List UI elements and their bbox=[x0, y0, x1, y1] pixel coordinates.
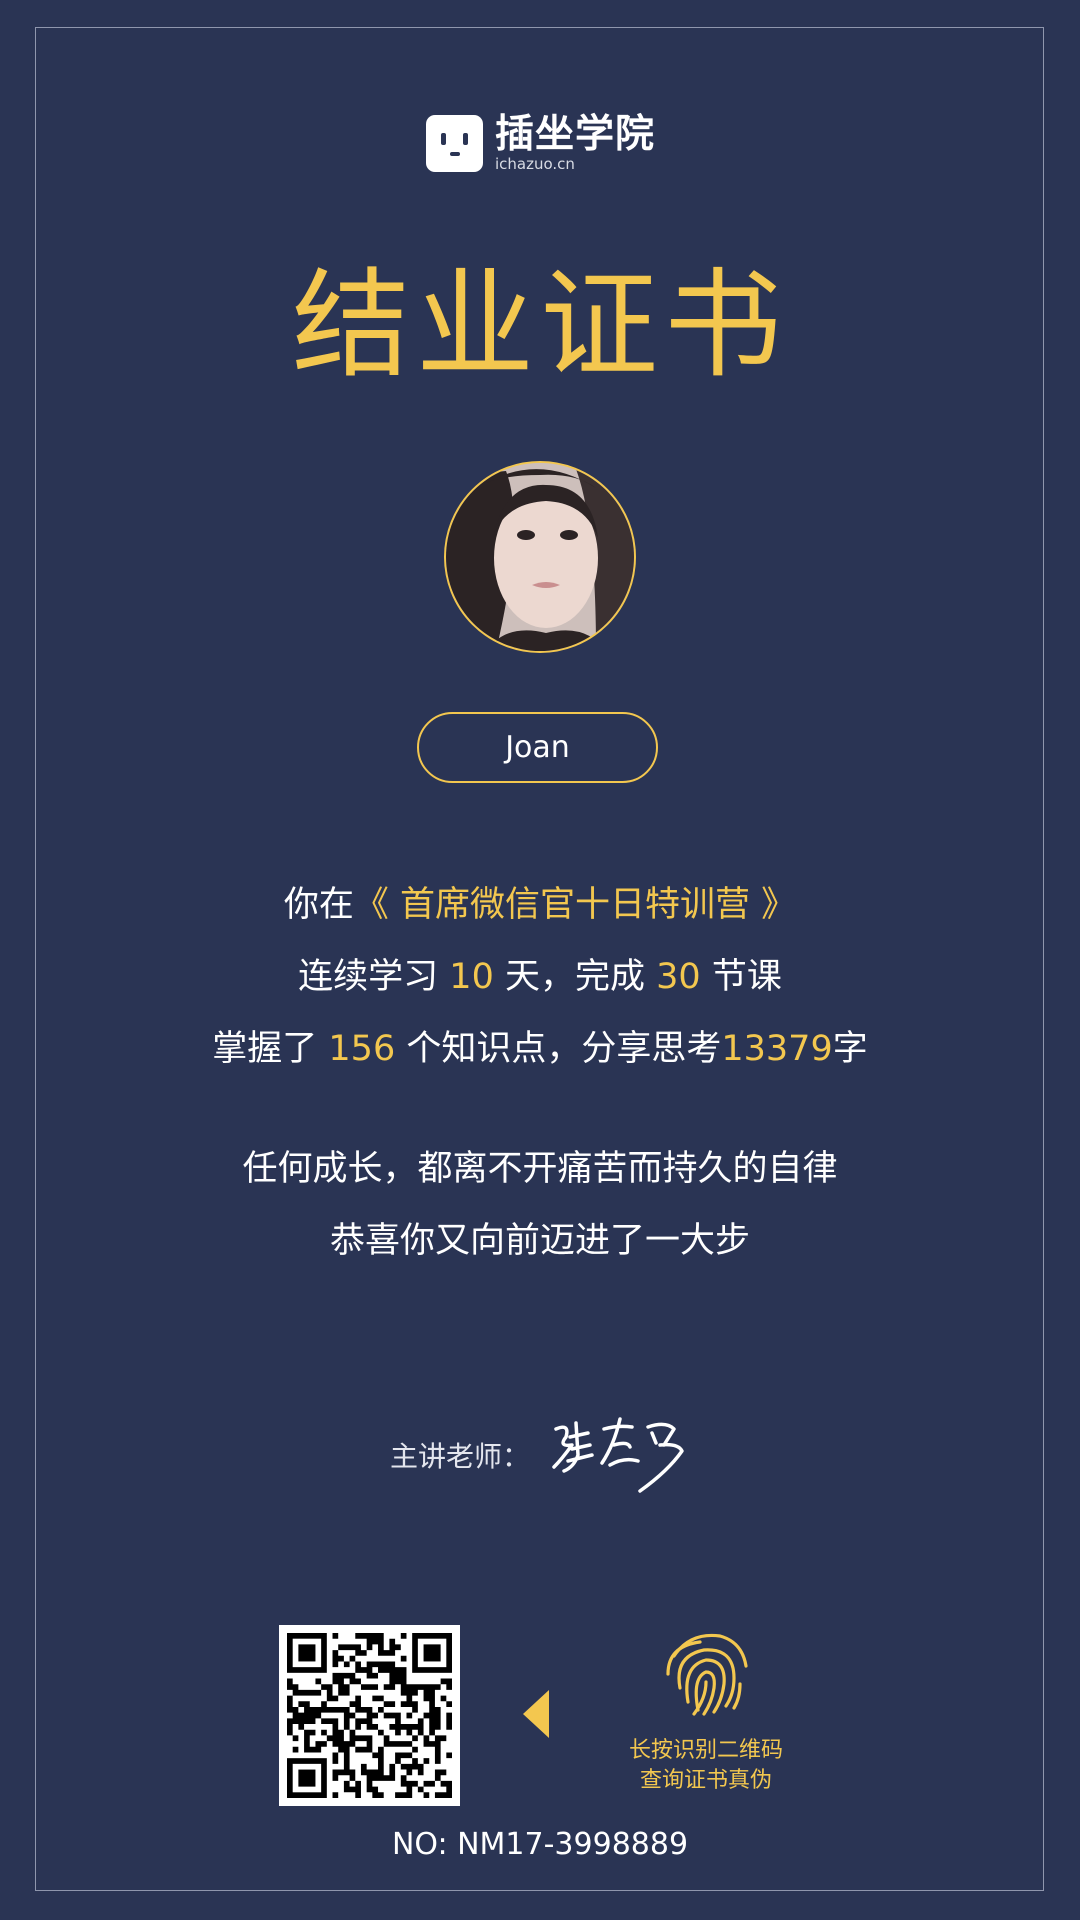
motto-line-1: 任何成长，都离不开痛苦而持久的自律 bbox=[242, 1149, 838, 1189]
days-count: 10 bbox=[449, 957, 494, 997]
left-arrow-icon bbox=[523, 1690, 549, 1738]
summary-line-1: 你在《 首席微信官十日特训营 》 bbox=[0, 880, 1080, 930]
logo-badge-icon bbox=[426, 114, 483, 172]
verify-hint-line-2: 查询证书真伪 bbox=[639, 1768, 772, 1793]
summary-line-3: 掌握了 156 个知识点，分享思考13379字 bbox=[0, 1024, 1080, 1074]
signature bbox=[552, 1417, 684, 1493]
fingerprint-icon[interactable] bbox=[660, 1628, 752, 1720]
summary-line-3-c: 字 bbox=[832, 1029, 868, 1069]
summary-line-3-b: 个知识点，分享思考 bbox=[406, 1029, 722, 1069]
verify-hint-line-1: 长按识别二维码 bbox=[628, 1738, 783, 1763]
avatar bbox=[444, 461, 636, 653]
summary-line-3-a: 掌握了 bbox=[212, 1029, 318, 1069]
teacher-label: 主讲老师： bbox=[390, 1440, 531, 1473]
summary-line-2-a: 连续学习 bbox=[298, 957, 439, 997]
course-name: 《 首席微信官十日特训营 》 bbox=[353, 885, 797, 925]
motto-line-2: 恭喜你又向前迈进了一大步 bbox=[329, 1221, 750, 1261]
logo-domain: ichazuo.cn bbox=[495, 154, 575, 173]
certificate-title: 结业证书 bbox=[291, 256, 788, 394]
knowledge-points-count: 156 bbox=[328, 1029, 396, 1069]
summary-line-2: 连续学习 10 天，完成 30 节课 bbox=[0, 952, 1080, 1002]
teacher: 主讲老师： bbox=[390, 1415, 698, 1495]
summary-line-1-prefix: 你在 bbox=[283, 885, 354, 925]
qr-code[interactable] bbox=[279, 1625, 460, 1806]
logo-name: 插坐学院 bbox=[495, 111, 656, 157]
certificate-number: NO: NM17-3998889 bbox=[391, 1827, 689, 1862]
characters-count: 13379 bbox=[721, 1029, 833, 1069]
summary-line-2-b: 天，完成 bbox=[504, 957, 645, 997]
lessons-count: 30 bbox=[656, 957, 701, 997]
student-name: Joan bbox=[417, 712, 658, 783]
summary-line-2-c: 节课 bbox=[711, 957, 782, 997]
logo: 插坐学院 ichazuo.cn bbox=[426, 113, 655, 173]
